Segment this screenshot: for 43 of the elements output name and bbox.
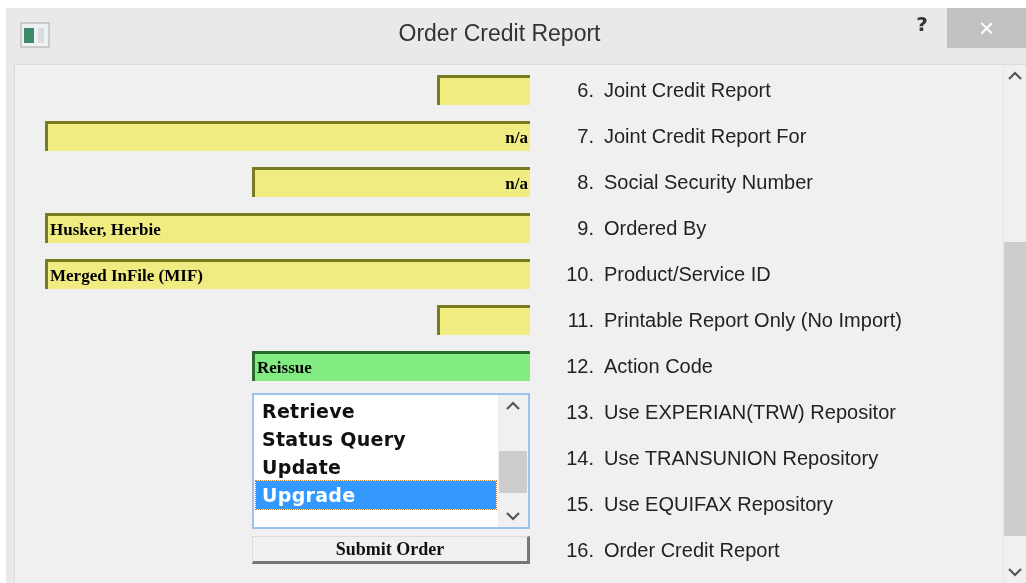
field-label: Use EQUIFAX Repository — [604, 492, 833, 516]
row-number: 12. — [565, 354, 594, 378]
scroll-thumb[interactable] — [1004, 242, 1026, 536]
field-label: Product/Service ID — [604, 262, 771, 286]
row-number: 16. — [565, 538, 594, 562]
text-field[interactable]: Husker, Herbie — [45, 213, 530, 243]
list-item[interactable]: Retrieve — [256, 397, 496, 425]
help-button[interactable]: ? — [909, 12, 935, 36]
scroll-thumb[interactable] — [499, 451, 527, 493]
list-item[interactable]: Status Query — [256, 425, 496, 453]
window-title: Order Credit Report — [397, 20, 602, 47]
app-icon — [20, 22, 50, 48]
row-number: 9. — [576, 216, 594, 240]
field-label: Order Credit Report — [604, 538, 780, 562]
field-label: Action Code — [604, 354, 713, 378]
text-field[interactable]: n/a — [45, 121, 530, 151]
row-number: 13. — [565, 400, 594, 424]
text-field[interactable] — [437, 75, 530, 105]
field-label: Printable Report Only (No Import) — [604, 308, 902, 332]
field-label: Ordered By — [604, 216, 707, 240]
row-number: 10. — [565, 262, 594, 286]
scroll-down-icon[interactable] — [506, 511, 520, 521]
row-number: 6. — [576, 78, 594, 102]
action-list[interactable]: Retrieve Status Query Update Upgrade — [252, 393, 530, 529]
field-label: Use TRANSUNION Repository — [604, 446, 879, 470]
text-field[interactable] — [437, 305, 530, 335]
scroll-up-icon[interactable] — [506, 401, 520, 411]
row-number: 14. — [565, 446, 594, 470]
text-field[interactable]: n/a — [252, 167, 530, 197]
text-field[interactable]: Reissue — [252, 351, 530, 381]
field-label: Social Security Number — [604, 170, 813, 194]
scroll-up-icon[interactable] — [1008, 71, 1022, 81]
field-label: Use EXPERIAN(TRW) Repositor — [604, 400, 896, 424]
row-number: 11. — [566, 308, 594, 332]
row-number: 7. — [576, 124, 594, 148]
text-field[interactable]: Merged InFile (MIF) — [45, 259, 530, 289]
row-number: 8. — [576, 170, 594, 194]
submit-button[interactable]: Submit Order — [252, 536, 530, 564]
field-label: Joint Credit Report For — [604, 124, 807, 148]
field-label: Joint Credit Report — [604, 78, 771, 102]
scroll-down-icon[interactable] — [1008, 567, 1022, 577]
list-item[interactable]: Update — [256, 453, 496, 481]
row-number: 15. — [565, 492, 594, 516]
